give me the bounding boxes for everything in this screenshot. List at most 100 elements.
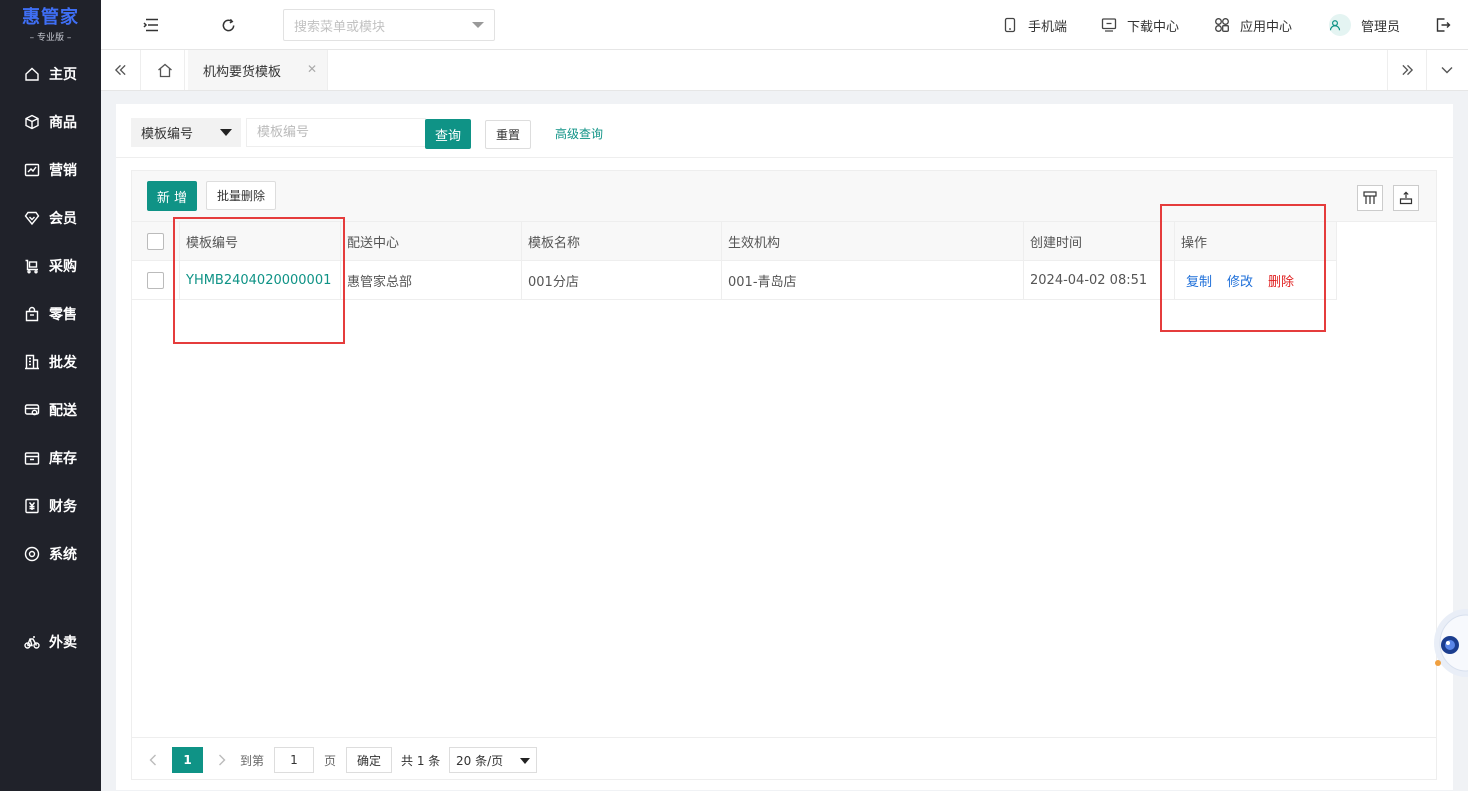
sidebar-item-members[interactable]: 会员 [0,194,101,242]
sidebar-item-home[interactable]: 主页 [0,50,101,98]
cell-org: 001-青岛店 [722,261,1024,300]
sidebar-item-wholesale[interactable]: 批发 [0,338,101,386]
row-checkbox[interactable] [147,272,164,289]
search-placeholder: 搜索菜单或模块 [294,19,386,35]
sidebar-item-label: 营销 [49,163,77,179]
column-header-created[interactable]: 创建时间 [1024,222,1175,261]
page-size-select[interactable]: 20 条/页 [449,747,537,773]
bike-icon [24,636,40,649]
column-header-name[interactable]: 模板名称 [522,222,722,261]
sidebar-item-products[interactable]: 商品 [0,98,101,146]
filter-bar: 模板编号 查询 重置 高级查询 [116,104,1453,158]
logo-subtitle: – 专业版 – [29,32,72,43]
sidebar-item-retail[interactable]: 零售 [0,290,101,338]
top-header: 搜索菜单或模块 手机端 下载中心 应用中心 管理员 [101,0,1468,50]
sidebar-item-label: 零售 [49,307,77,323]
tab-template[interactable]: 机构要货模板 ✕ [188,50,328,90]
page-1-button[interactable]: 1 [172,747,203,773]
column-header-center[interactable]: 配送中心 [341,222,522,261]
cell-name: 001分店 [522,261,722,300]
sidebar-item-delivery[interactable]: 配送 [0,386,101,434]
query-button[interactable]: 查询 [425,119,471,149]
delete-link[interactable]: 删除 [1268,271,1294,290]
next-page-icon[interactable] [215,747,229,773]
sidebar-item-label: 配送 [49,403,77,419]
column-settings-icon[interactable] [1357,185,1383,211]
add-button[interactable]: 新 增 [147,181,197,211]
app-center-link[interactable]: 应用中心 [1214,14,1292,36]
home-outline-icon [157,63,172,77]
column-header-code[interactable]: 模板编号 [180,222,341,261]
caret-down-icon [520,758,530,764]
copy-link[interactable]: 复制 [1186,271,1212,290]
header-checkbox-cell [132,222,180,261]
close-icon[interactable]: ✕ [307,62,317,76]
page-unit-label: 页 [324,753,337,768]
sidebar-item-label: 库存 [49,451,77,467]
goto-wrapper [274,747,314,773]
tabs-bar: 机构要货模板 ✕ [101,50,1468,91]
edit-link[interactable]: 修改 [1227,271,1253,290]
cube-icon [25,114,39,130]
cart-icon [25,259,38,274]
sidebar-item-finance[interactable]: 财务 [0,482,101,530]
tabs-scroll-left-button[interactable] [101,50,141,90]
export-icon[interactable] [1393,185,1419,211]
sidebar-item-inventory[interactable]: 库存 [0,434,101,482]
table-header: 模板编号 配送中心 模板名称 生效机构 创建时间 操作 [132,222,1337,261]
sidebar-item-label: 系统 [49,547,77,563]
tabs-menu-button[interactable] [1427,50,1467,90]
advanced-query-link[interactable]: 高级查询 [555,125,603,142]
column-header-ops[interactable]: 操作 [1175,222,1337,261]
prev-page-icon[interactable] [146,747,160,773]
tabs-scroll-right-button[interactable] [1387,50,1427,90]
filter-input[interactable] [246,118,426,147]
caret-down-icon [220,129,232,136]
pagination: 1 到第 页 确定 共 1 条 20 条/页 [132,737,1436,779]
home-icon [25,67,39,81]
template-code-link[interactable]: YHMB2404020000001 [186,273,331,288]
main-content: 模板编号 查询 重置 高级查询 新 增 批量删除 模板编号 配送中心 模板名称 … [116,104,1453,790]
heart-diamond-icon [24,211,40,226]
refresh-icon[interactable] [218,15,238,35]
download-center-link[interactable]: 下载中心 [1101,14,1179,36]
chevron-down-icon [472,22,484,28]
menu-search-select[interactable]: 搜索菜单或模块 [283,9,495,41]
reset-button[interactable]: 重置 [485,120,531,149]
page-size-value: 20 条/页 [456,753,504,768]
apps-label: 应用中心 [1240,19,1293,35]
box-icon [24,452,40,465]
batch-delete-button[interactable]: 批量删除 [206,181,276,210]
assistant-robot-icon[interactable] [1432,603,1468,683]
goto-page-input[interactable] [274,747,314,773]
menu-collapse-icon[interactable] [141,15,161,35]
settings-icon [24,546,40,562]
sidebar-item-takeout[interactable]: 外卖 [0,618,101,666]
mobile-link[interactable]: 手机端 [1002,14,1067,36]
sidebar-item-label: 采购 [49,259,77,275]
download-label: 下载中心 [1127,19,1180,35]
table-row: YHMB2404020000001 惠管家总部 001分店 001-青岛店 20… [132,261,1337,300]
bag-icon [25,306,39,322]
double-chevron-left-icon [114,64,126,76]
logout-icon[interactable] [1433,15,1453,35]
goto-confirm-button[interactable]: 确定 [346,747,392,773]
yen-icon [25,498,39,514]
filter-field-select[interactable]: 模板编号 [131,118,241,147]
truck-icon [24,404,40,416]
goto-label: 到第 [240,753,265,768]
sidebar-item-label: 主页 [49,67,77,83]
table-panel: 新 增 批量删除 模板编号 配送中心 模板名称 生效机构 创建时间 操作 YHM… [131,170,1437,780]
column-header-org[interactable]: 生效机构 [722,222,1024,261]
tab-label: 机构要货模板 [203,64,282,80]
sidebar-item-label: 财务 [49,499,77,515]
cell-code: YHMB2404020000001 [180,261,341,300]
select-all-checkbox[interactable] [147,233,164,250]
user-menu[interactable]: 管理员 [1329,14,1400,36]
sidebar-item-purchase[interactable]: 采购 [0,242,101,290]
sidebar-item-marketing[interactable]: 营销 [0,146,101,194]
sidebar-item-system[interactable]: 系统 [0,530,101,578]
filter-field-value: 模板编号 [141,127,194,142]
home-tab[interactable] [145,50,185,90]
logo-title: 惠管家 [22,6,79,28]
